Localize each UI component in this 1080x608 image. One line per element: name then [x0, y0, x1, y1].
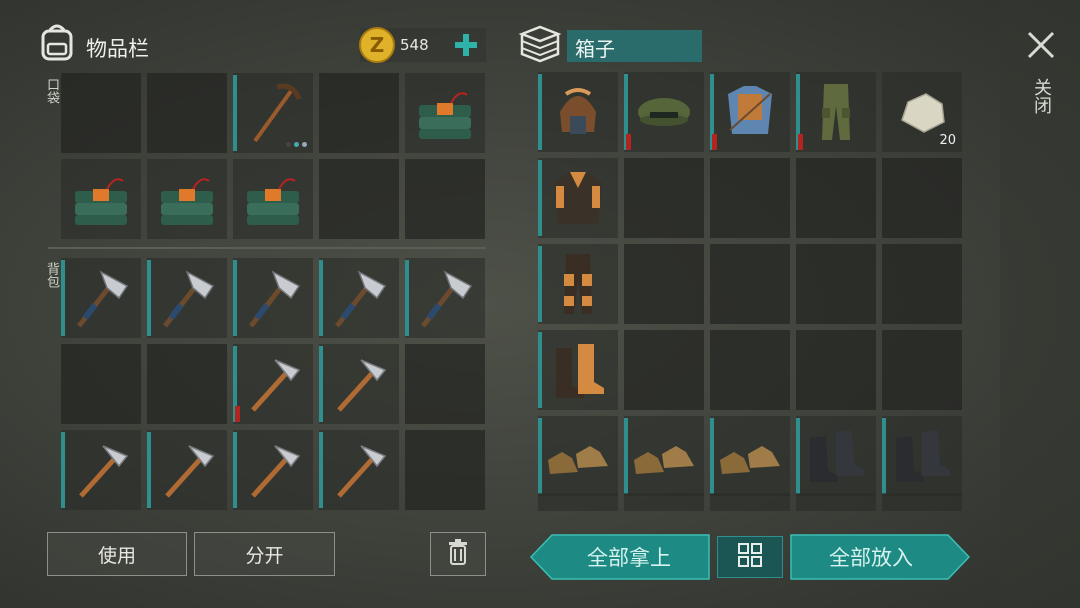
pocket-slot[interactable]: [319, 73, 399, 153]
coin-amount: 548: [400, 36, 429, 54]
box-slot[interactable]: [624, 72, 704, 152]
box-slot[interactable]: [624, 244, 704, 324]
backpack-label: 背包: [44, 262, 59, 288]
item-count: 20: [939, 133, 956, 148]
box-slot[interactable]: [796, 330, 876, 410]
box-slot[interactable]: [538, 416, 618, 496]
backpack-slot[interactable]: [61, 258, 141, 338]
pocket-label: 口袋: [44, 78, 59, 104]
trash-button[interactable]: [430, 532, 486, 576]
close-icon[interactable]: [1026, 30, 1056, 64]
plus-icon[interactable]: [452, 31, 480, 59]
backpack-slot[interactable]: [233, 258, 313, 338]
pocket-slot[interactable]: [319, 159, 399, 239]
backpack-slot[interactable]: [319, 344, 399, 424]
pocket-slot[interactable]: [61, 159, 141, 239]
box-icon: [518, 24, 562, 64]
backpack-slot[interactable]: [61, 344, 141, 424]
take-all-button[interactable]: 全部拿上: [530, 534, 710, 580]
trash-icon: [447, 538, 469, 571]
split-button[interactable]: 分开: [194, 532, 335, 576]
box-slot[interactable]: [624, 416, 704, 496]
low-durability-mark: [712, 134, 717, 150]
take-all-label: 全部拿上: [587, 546, 671, 570]
put-all-label: 全部放入: [829, 546, 913, 570]
backpack-slot[interactable]: [319, 258, 399, 338]
pocket-slot[interactable]: [147, 159, 227, 239]
box-title: 箱子: [575, 37, 615, 61]
inventory-title: 物品栏: [86, 37, 149, 61]
backpack-slot[interactable]: [147, 430, 227, 510]
pocket-slot[interactable]: [233, 73, 313, 153]
box-title-bar: 箱子: [567, 30, 702, 62]
box-slot[interactable]: [882, 330, 962, 410]
box-slot[interactable]: [796, 416, 876, 496]
box-slot[interactable]: [538, 158, 618, 238]
box-slot[interactable]: [710, 244, 790, 324]
backpack-slot[interactable]: [405, 258, 485, 338]
sort-button[interactable]: [717, 536, 783, 578]
backpack-slot[interactable]: [233, 344, 313, 424]
svg-text:Z: Z: [370, 33, 385, 57]
box-slot[interactable]: [882, 416, 962, 496]
use-button[interactable]: 使用: [47, 532, 187, 576]
box-slot[interactable]: 20: [882, 72, 962, 152]
box-slot[interactable]: [710, 72, 790, 152]
box-slot[interactable]: [538, 330, 618, 410]
close-label: 关闭: [1031, 78, 1052, 114]
put-all-button[interactable]: 全部放入: [790, 534, 970, 580]
backpack-slot[interactable]: [405, 344, 485, 424]
box-grid-overflow-row: [538, 493, 962, 511]
coin-icon: Z: [358, 26, 396, 68]
box-slot[interactable]: [538, 244, 618, 324]
backpack-icon: [38, 22, 76, 62]
backpack-slot[interactable]: [61, 430, 141, 510]
pocket-slot[interactable]: [405, 73, 485, 153]
backpack-slot[interactable]: [405, 430, 485, 510]
box-slot[interactable]: [624, 330, 704, 410]
backpack-slot[interactable]: [147, 344, 227, 424]
grid-sort-icon: [737, 542, 763, 573]
box-slot[interactable]: [624, 158, 704, 238]
low-durability-mark: [626, 134, 631, 150]
box-slot[interactable]: [710, 416, 790, 496]
box-slot[interactable]: [796, 244, 876, 324]
box-slot[interactable]: [710, 158, 790, 238]
low-durability-mark: [798, 134, 803, 150]
pocket-slot[interactable]: [147, 73, 227, 153]
ammo-indicator: [286, 142, 307, 147]
backpack-slot[interactable]: [233, 430, 313, 510]
section-divider: [48, 247, 486, 249]
box-slot[interactable]: [882, 158, 962, 238]
pocket-slot[interactable]: [233, 159, 313, 239]
box-slot[interactable]: [882, 244, 962, 324]
pocket-slot[interactable]: [61, 73, 141, 153]
box-slot[interactable]: [796, 72, 876, 152]
pocket-slot[interactable]: [405, 159, 485, 239]
backpack-slot[interactable]: [319, 430, 399, 510]
coin-counter: Z 548: [359, 27, 486, 63]
close-panel[interactable]: 关闭: [1000, 0, 1080, 608]
backpack-slot[interactable]: [147, 258, 227, 338]
box-slot[interactable]: [710, 330, 790, 410]
box-slot[interactable]: [538, 72, 618, 152]
box-slot[interactable]: [796, 158, 876, 238]
low-durability-mark: [235, 406, 240, 422]
